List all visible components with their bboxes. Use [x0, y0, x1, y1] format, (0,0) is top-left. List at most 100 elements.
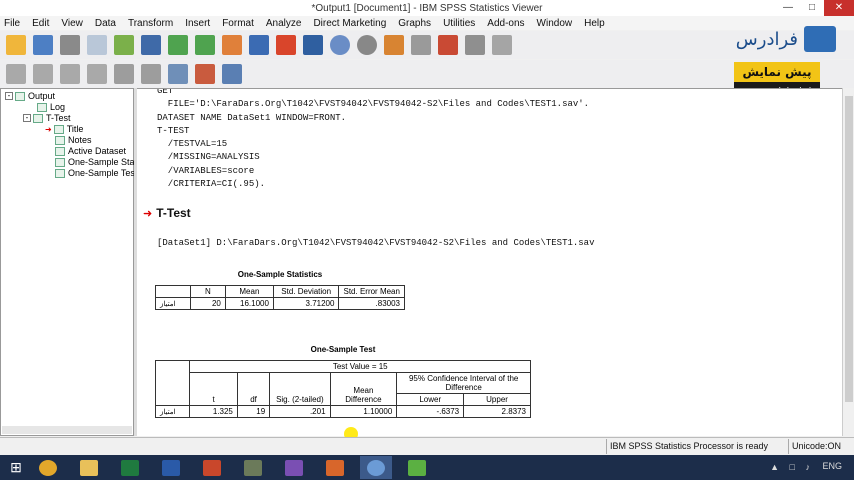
- tree-node-one-sample-statistics[interactable]: One-Sample Stati: [55, 157, 139, 167]
- matlab-icon[interactable]: [319, 456, 351, 479]
- menu-insert[interactable]: Insert: [185, 18, 210, 29]
- preview-title: پیش نمایش: [734, 62, 820, 82]
- menu-file[interactable]: File: [4, 18, 20, 29]
- menu-direct-marketing[interactable]: Direct Marketing: [313, 18, 386, 29]
- menu-edit[interactable]: Edit: [32, 18, 49, 29]
- menu-help[interactable]: Help: [584, 18, 605, 29]
- recall-dialog-icon[interactable]: [141, 35, 161, 55]
- header-mean-difference: Mean Difference: [329, 372, 398, 406]
- print-icon[interactable]: [60, 35, 80, 55]
- close-button[interactable]: ✕: [824, 0, 854, 16]
- tree-label-title: Title: [66, 124, 84, 134]
- menu-analyze[interactable]: Analyze: [266, 18, 302, 29]
- show-all-variables-icon[interactable]: [357, 35, 377, 55]
- excel-icon[interactable]: [114, 456, 146, 479]
- table-header-row: Test Value = 15: [154, 360, 531, 406]
- tree-label-notes: Notes: [68, 135, 92, 145]
- status-bar: IBM SPSS Statistics Processor is ready U…: [0, 437, 854, 455]
- file-explorer-icon[interactable]: [73, 456, 105, 479]
- title-bar: *Output1 [Document1] - IBM SPSS Statisti…: [0, 0, 854, 16]
- table-header-row: t df Sig. (2-tailed) Mean Difference 95%…: [156, 372, 531, 406]
- export-icon[interactable]: [114, 35, 134, 55]
- insert-title-icon[interactable]: [195, 64, 215, 84]
- app-icon[interactable]: [237, 456, 269, 479]
- visual-studio-icon[interactable]: [278, 456, 310, 479]
- cell-t: 1.325: [189, 405, 238, 418]
- tree-node-log[interactable]: Log: [37, 102, 65, 112]
- window-controls: — □ ✕: [776, 0, 854, 16]
- chrome-icon[interactable]: [32, 456, 64, 479]
- table-icon[interactable]: [465, 35, 485, 55]
- spell-check-icon[interactable]: [384, 35, 404, 55]
- back-arrow-icon[interactable]: [6, 64, 26, 84]
- collapse-toggle-icon[interactable]: -: [23, 114, 31, 122]
- tree-node-output[interactable]: - Output: [5, 91, 55, 101]
- scrollbar-thumb[interactable]: [845, 96, 853, 402]
- one-sample-statistics-table: N Mean Std. Deviation Std. Error Mean ام…: [155, 285, 405, 310]
- redo-icon[interactable]: [195, 35, 215, 55]
- menu-data[interactable]: Data: [95, 18, 116, 29]
- use-sets-icon[interactable]: [330, 35, 350, 55]
- cell-upper: 2.8373: [463, 405, 531, 418]
- outline-horizontal-scrollbar[interactable]: [2, 426, 132, 434]
- tree-node-one-sample-test[interactable]: One-Sample Test: [55, 168, 137, 178]
- collapse-icon[interactable]: [87, 64, 107, 84]
- header-df: df: [236, 372, 271, 406]
- tree-node-ttest[interactable]: - T-Test: [23, 113, 71, 123]
- dataset-icon: [55, 146, 65, 156]
- menu-transform[interactable]: Transform: [128, 18, 173, 29]
- header-std-error-mean: Std. Error Mean: [338, 285, 405, 298]
- chart-icon[interactable]: [438, 35, 458, 55]
- menu-window[interactable]: Window: [537, 18, 573, 29]
- collapse-toggle-icon[interactable]: -: [5, 92, 13, 100]
- show-icon[interactable]: [114, 64, 134, 84]
- minimize-button[interactable]: —: [776, 0, 800, 16]
- cell-mean-difference: 1.10000: [329, 405, 398, 418]
- expand-icon[interactable]: [60, 64, 80, 84]
- table-icon: [55, 157, 65, 167]
- menu-add-ons[interactable]: Add-ons: [487, 18, 524, 29]
- tree-node-active-dataset[interactable]: Active Dataset: [55, 146, 126, 156]
- forward-arrow-icon[interactable]: [33, 64, 53, 84]
- cell-df: 19: [236, 405, 271, 418]
- cell-sig: .201: [269, 405, 331, 418]
- language-indicator[interactable]: ENG: [822, 461, 842, 471]
- variables-icon[interactable]: [303, 35, 323, 55]
- word-icon[interactable]: [155, 456, 187, 479]
- save-icon[interactable]: [33, 35, 53, 55]
- open-icon[interactable]: [6, 35, 26, 55]
- header-t: t: [189, 372, 238, 406]
- unicode-status: Unicode:ON: [792, 441, 842, 451]
- spss-icon[interactable]: [360, 456, 392, 479]
- cell-std-deviation: 3.71200: [272, 297, 340, 310]
- menu-utilities[interactable]: Utilities: [443, 18, 475, 29]
- menu-view[interactable]: View: [61, 18, 83, 29]
- tree-node-notes[interactable]: Notes: [55, 135, 92, 145]
- windows-start-icon[interactable]: ⊞: [0, 455, 32, 480]
- layout-icon[interactable]: [492, 35, 512, 55]
- hide-icon[interactable]: [141, 64, 161, 84]
- brand-text: فرادرس: [735, 28, 798, 50]
- tree-node-title[interactable]: ➜ Title: [45, 124, 83, 134]
- cell-n: 20: [189, 297, 226, 310]
- maximize-button[interactable]: □: [800, 0, 824, 16]
- processor-status: IBM SPSS Statistics Processor is ready: [610, 441, 769, 451]
- goto-case-icon[interactable]: [249, 35, 269, 55]
- output-vertical-scrollbar[interactable]: [842, 88, 854, 436]
- tree-label-ttest: T-Test: [46, 113, 71, 123]
- goto-variable-icon[interactable]: [276, 35, 296, 55]
- insert-heading-icon[interactable]: [168, 64, 188, 84]
- menu-format[interactable]: Format: [222, 18, 254, 29]
- goto-data-icon[interactable]: [222, 35, 242, 55]
- chart-app-icon[interactable]: [401, 456, 433, 479]
- outline-pane: - Output Log - T-Test ➜ Title Notes Acti…: [0, 88, 139, 436]
- insert-text-icon[interactable]: [222, 64, 242, 84]
- designate-window-icon[interactable]: [411, 35, 431, 55]
- tree-label-log: Log: [50, 102, 66, 112]
- menu-graphs[interactable]: Graphs: [398, 18, 431, 29]
- undo-icon[interactable]: [168, 35, 188, 55]
- print-preview-icon[interactable]: [87, 35, 107, 55]
- table-corner-cell: [154, 360, 191, 406]
- system-tray-icons[interactable]: ▲ □ ♪: [770, 462, 814, 472]
- powerpoint-icon[interactable]: [196, 456, 228, 479]
